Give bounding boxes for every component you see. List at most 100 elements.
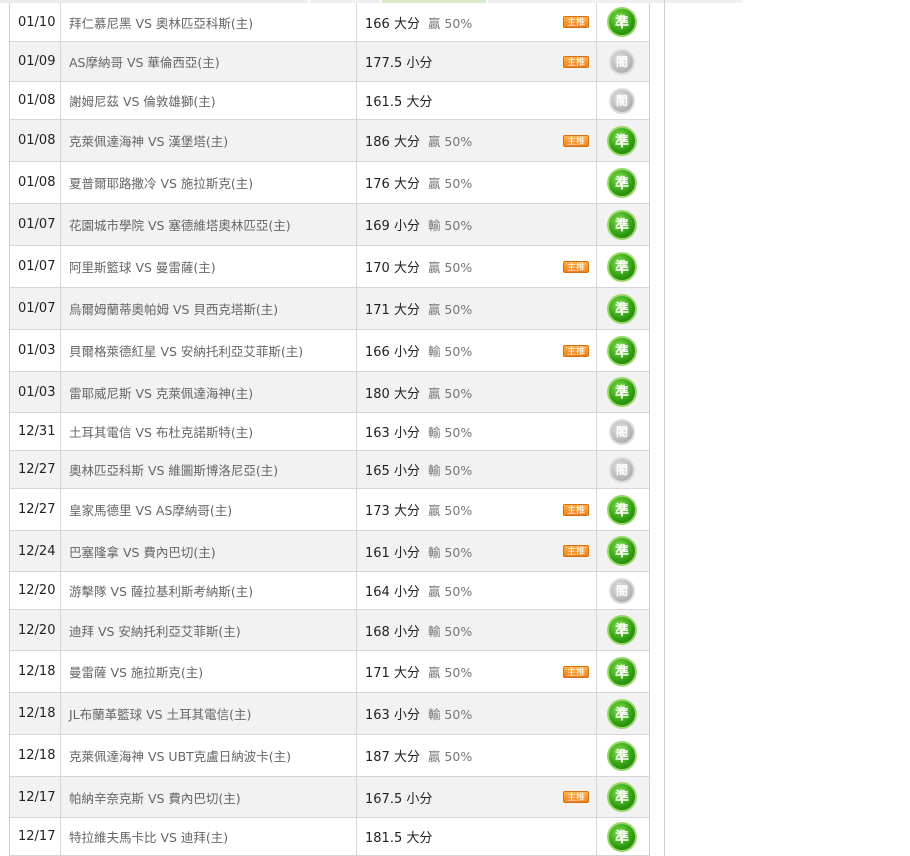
row-match: 夏普爾耶路撒冷 VS 施拉斯克(主) xyxy=(61,162,357,203)
pick-result: 贏 50% xyxy=(427,749,473,764)
row-date: 01/09 xyxy=(10,42,61,81)
pick-result: 輸 50% xyxy=(427,425,473,440)
row-match: 迪拜 VS 安納托利亞艾菲斯(主) xyxy=(61,610,357,650)
row-status: 準 xyxy=(597,204,647,245)
row-date: 01/10 xyxy=(10,3,61,41)
pick-value: 180 大分 xyxy=(365,386,420,402)
row-pick: 177.5 小分 主推 xyxy=(357,42,597,81)
row-status: 準 xyxy=(597,777,647,817)
row-date: 01/08 xyxy=(10,162,61,203)
push-status-icon: 閤 xyxy=(609,577,635,604)
row-status: 準 xyxy=(597,330,647,371)
row-date: 01/03 xyxy=(10,330,61,371)
pick-value: 166 大分 xyxy=(365,16,420,32)
row-status: 準 xyxy=(597,735,647,776)
pick-value: 171 大分 xyxy=(365,666,420,681)
row-match: 拜仁慕尼黑 VS 奧林匹亞科斯(主) xyxy=(61,3,357,41)
pick-result: 贏 50% xyxy=(427,385,473,401)
row-match: 花園城市學院 VS 塞德維塔奧林匹亞(主) xyxy=(61,204,357,245)
hit-status-icon: 準 xyxy=(607,7,637,37)
row-status: 準 xyxy=(597,610,647,650)
push-status-icon: 閤 xyxy=(609,456,635,483)
table-row[interactable]: 01/03 雷耶威尼斯 VS 克萊佩達海神(主) 180 大分贏 50% 準 xyxy=(10,372,649,413)
row-date: 12/18 xyxy=(10,735,61,776)
table-row[interactable]: 01/08 克萊佩達海神 VS 漢堡塔(主) 186 大分贏 50% 主推 準 xyxy=(10,120,649,162)
row-match: 帕納辛奈克斯 VS 費內巴切(主) xyxy=(61,777,357,817)
push-status-icon: 閤 xyxy=(609,87,635,114)
table-row[interactable]: 01/07 花園城市學院 VS 塞德維塔奧林匹亞(主) 169 小分輸 50% 準 xyxy=(10,204,649,246)
table-row[interactable]: 01/03 貝爾格萊德紅星 VS 安納托利亞艾菲斯(主) 166 小分輸 50% 主推… xyxy=(10,330,649,372)
table-row[interactable]: 12/27 奧林匹亞科斯 VS 維圖斯博洛尼亞(主) 165 小分輸 50% 閤 xyxy=(10,451,649,489)
table-row[interactable]: 12/24 巴塞隆拿 VS 費內巴切(主) 161 小分輸 50% 主推 準 xyxy=(10,531,649,572)
page-divider xyxy=(664,0,665,856)
pick-value: 186 大分 xyxy=(365,135,420,150)
row-pick: 165 小分輸 50% xyxy=(357,451,597,488)
table-row[interactable]: 01/08 夏普爾耶路撒冷 VS 施拉斯克(主) 176 大分贏 50% 準 xyxy=(10,162,649,204)
recommend-badge: 主推 xyxy=(563,791,589,803)
row-match: 謝姆尼茲 VS 倫敦雄獅(主) xyxy=(61,82,357,119)
row-status: 準 xyxy=(597,818,647,855)
row-pick: 161.5 大分 xyxy=(357,82,597,119)
pick-result: 贏 50% xyxy=(427,260,473,275)
row-pick: 166 小分輸 50% 主推 xyxy=(357,330,597,371)
row-status: 準 xyxy=(597,372,647,412)
pick-value: 173 大分 xyxy=(365,504,420,519)
table-row[interactable]: 12/27 皇家馬德里 VS AS摩納哥(主) 173 大分贏 50% 主推 準 xyxy=(10,489,649,531)
recommend-badge: 主推 xyxy=(563,16,589,28)
table-row[interactable]: 01/10 拜仁慕尼黑 VS 奧林匹亞科斯(主) 166 大分贏 50% 主推 準 xyxy=(10,3,649,42)
row-date: 01/07 xyxy=(10,204,61,245)
row-match: 克萊佩達海神 VS 漢堡塔(主) xyxy=(61,120,357,161)
pick-result: 輸 50% xyxy=(427,218,473,233)
row-status: 準 xyxy=(597,3,647,41)
table-row[interactable]: 12/20 游擊隊 VS 薩拉基利斯考納斯(主) 164 小分贏 50% 閤 xyxy=(10,572,649,610)
hit-status-icon: 準 xyxy=(607,821,637,852)
pick-value: 163 小分 xyxy=(365,708,420,723)
pick-result: 贏 50% xyxy=(427,176,473,191)
pick-result: 輸 50% xyxy=(427,707,473,722)
row-status: 閤 xyxy=(597,82,647,119)
pick-value: 171 大分 xyxy=(365,303,420,318)
pick-value: 169 小分 xyxy=(365,219,420,234)
row-date: 12/20 xyxy=(10,572,61,609)
row-pick: 176 大分贏 50% xyxy=(357,162,597,203)
row-match: 游擊隊 VS 薩拉基利斯考納斯(主) xyxy=(61,572,357,609)
recommend-badge: 主推 xyxy=(563,344,589,357)
hit-status-icon: 準 xyxy=(607,167,637,198)
row-pick: 163 小分輸 50% xyxy=(357,413,597,450)
pick-result: 贏 50% xyxy=(427,134,473,149)
table-row[interactable]: 01/07 烏爾姆蘭蒂奧帕姆 VS 貝西克塔斯(主) 171 大分贏 50% 準 xyxy=(10,288,649,330)
table-row[interactable]: 01/07 阿里斯籃球 VS 曼雷薩(主) 170 大分贏 50% 主推 準 xyxy=(10,246,649,288)
table-row[interactable]: 12/18 曼雷薩 VS 施拉斯克(主) 171 大分贏 50% 主推 準 xyxy=(10,651,649,693)
pick-value: 168 小分 xyxy=(365,624,420,640)
row-pick: 168 小分輸 50% xyxy=(357,610,597,650)
table-row[interactable]: 12/17 特拉維夫馬卡比 VS 迪拜(主) 181.5 大分 準 xyxy=(10,818,649,856)
row-date: 12/17 xyxy=(10,818,61,855)
hit-status-icon: 準 xyxy=(607,615,637,645)
table-row[interactable]: 12/18 JL布蘭革籃球 VS 土耳其電信(主) 163 小分輸 50% 準 xyxy=(10,693,649,735)
table-row[interactable]: 12/31 土耳其電信 VS 布杜克諾斯特(主) 163 小分輸 50% 閤 xyxy=(10,413,649,451)
row-date: 01/08 xyxy=(10,82,61,119)
pick-result: 贏 50% xyxy=(427,665,473,680)
row-date: 12/20 xyxy=(10,610,61,650)
recommend-badge: 主推 xyxy=(563,665,589,678)
pick-value: 161 小分 xyxy=(365,545,420,561)
row-match: 曼雷薩 VS 施拉斯克(主) xyxy=(61,651,357,692)
pick-value: 187 大分 xyxy=(365,750,420,765)
table-row[interactable]: 01/08 謝姆尼茲 VS 倫敦雄獅(主) 161.5 大分 閤 xyxy=(10,82,649,120)
hit-status-icon: 準 xyxy=(607,494,637,525)
pick-result: 輸 50% xyxy=(427,623,473,639)
pick-value: 181.5 大分 xyxy=(365,831,433,846)
row-date: 12/31 xyxy=(10,413,61,450)
row-pick: 173 大分贏 50% 主推 xyxy=(357,489,597,530)
table-row[interactable]: 12/18 克萊佩達海神 VS UBT克盧日納波卡(主) 187 大分贏 50% 準 xyxy=(10,735,649,777)
table-row[interactable]: 12/17 帕納辛奈克斯 VS 費內巴切(主) 167.5 小分 主推 準 xyxy=(10,777,649,818)
recommend-badge: 主推 xyxy=(563,545,589,557)
table-row[interactable]: 12/20 迪拜 VS 安納托利亞艾菲斯(主) 168 小分輸 50% 準 xyxy=(10,610,649,651)
pick-result: 贏 50% xyxy=(427,302,473,317)
row-match: AS摩納哥 VS 華倫西亞(主) xyxy=(61,42,357,81)
row-match: 克萊佩達海神 VS UBT克盧日納波卡(主) xyxy=(61,735,357,776)
row-pick: 166 大分贏 50% 主推 xyxy=(357,3,597,41)
table-row[interactable]: 01/09 AS摩納哥 VS 華倫西亞(主) 177.5 小分 主推 閤 xyxy=(10,42,649,82)
hit-status-icon: 準 xyxy=(607,377,637,407)
row-match: 特拉維夫馬卡比 VS 迪拜(主) xyxy=(61,818,357,855)
